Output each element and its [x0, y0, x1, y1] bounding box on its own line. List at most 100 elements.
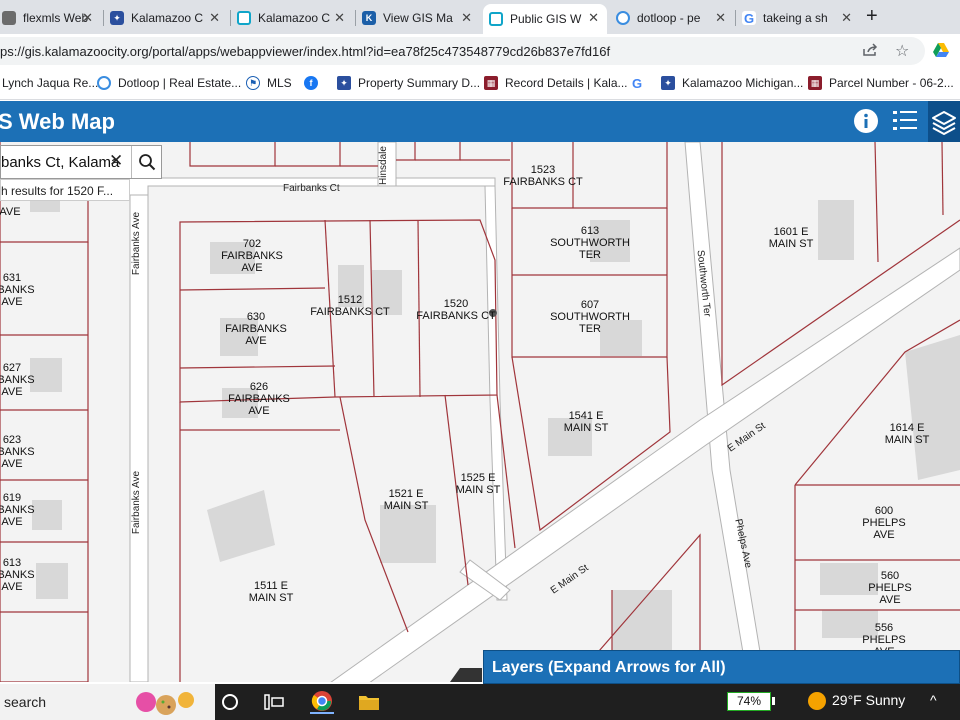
close-icon[interactable]: ✕ [334, 10, 345, 26]
share-icon[interactable] [862, 43, 878, 60]
parcel-label-1601[interactable]: 1601 E MAIN ST [769, 226, 814, 250]
parcel-label-619[interactable]: 619 RBANKS AVE [0, 492, 35, 528]
bookmark-parcel-number[interactable]: ▦ Parcel Number - 06-2... [808, 76, 954, 90]
street-label-fairbanks-ct: Fairbanks Ct [283, 183, 340, 194]
search-input[interactable]: banks Ct, Kalama [1, 154, 119, 171]
parcel-label-partial-ave[interactable]: AVE [0, 206, 21, 218]
parcel-label-613-southworth[interactable]: 613 SOUTHWORTH TER [550, 225, 630, 261]
street-label-fairbanks-ave-north: Fairbanks Ave [131, 211, 143, 276]
browser-tab-strip: flexmls Web ✕ ✦ Kalamazoo C ✕ Kalamazoo … [0, 0, 960, 34]
clear-search-icon[interactable]: ✕ [109, 151, 123, 171]
search-suggestion[interactable]: h results for 1520 F... [0, 179, 130, 201]
close-icon[interactable]: ✕ [841, 10, 852, 26]
map-canvas[interactable] [0, 142, 960, 682]
weather-widget[interactable]: 29°F Sunny [808, 692, 905, 711]
parcel-label-1521[interactable]: 1521 E MAIN ST [384, 488, 429, 512]
street-label-fairbanks-ave-south: Fairbanks Ave [131, 470, 143, 535]
battery-indicator[interactable]: 74% [727, 692, 771, 711]
bookmark-facebook[interactable]: f [304, 76, 325, 90]
tab-google-search[interactable]: G takeing a sh ✕ [736, 4, 860, 32]
google-drive-icon[interactable] [933, 43, 949, 60]
task-view-icon[interactable] [262, 690, 286, 714]
tab-flexmls[interactable]: flexmls Web ✕ [0, 4, 101, 32]
info-icon [854, 109, 878, 133]
bookmark-record-details[interactable]: ▦ Record Details | Kala... [484, 76, 628, 90]
parcel-label-1614[interactable]: 1614 E MAIN ST [885, 422, 930, 446]
new-tab-button[interactable]: + [866, 5, 878, 28]
record-details-icon: ▦ [808, 76, 822, 90]
close-icon[interactable]: ✕ [588, 10, 599, 26]
bookmark-star-icon[interactable]: ☆ [895, 41, 909, 61]
kalamazoo-logo-icon: ✦ [661, 76, 675, 90]
parcel-label-627[interactable]: 627 RBANKS AVE [0, 362, 35, 398]
parcel-label-560[interactable]: 560 PHELPS AVE [868, 570, 911, 606]
parcel-label-1511[interactable]: 1511 E MAIN ST [249, 580, 294, 604]
layers-panel-title: Layers (Expand Arrows for All) [492, 659, 726, 676]
facebook-icon: f [304, 76, 318, 90]
kalamazoo-logo-icon: ✦ [110, 11, 124, 25]
street-label-hinsdale: Hinsdale [377, 146, 389, 185]
tab-kalamazoo-2[interactable]: Kalamazoo C ✕ [231, 4, 353, 32]
search-icon [139, 154, 156, 171]
url-text: ps://gis.kalamazoocity.org/portal/apps/w… [0, 44, 611, 59]
parcel-label-1512[interactable]: 1512 FAIRBANKS CT [310, 294, 389, 318]
gis-portal-icon [489, 12, 503, 26]
map-view[interactable]: 1523 FAIRBANKS CT 702 FAIRBANKS AVE 613 … [0, 142, 960, 682]
bookmark-lynch-jaqua[interactable]: Lynch Jaqua Re... [2, 76, 98, 90]
search-button[interactable] [131, 146, 162, 178]
bookmark-google[interactable]: G [630, 75, 651, 91]
bookmark-mls[interactable]: ⚑ MLS [246, 76, 292, 90]
tab-public-gis[interactable]: Public GIS W ✕ [483, 4, 607, 34]
parcel-label-626[interactable]: 626 FAIRBANKS AVE [228, 381, 290, 417]
parcel-label-1520[interactable]: 1520 FAIRBANKS CT [416, 298, 495, 322]
chrome-taskbar-icon[interactable] [310, 690, 334, 714]
sun-icon [808, 692, 826, 711]
mls-icon: ⚑ [246, 76, 260, 90]
kalamazoo-logo-icon: ✦ [337, 76, 351, 90]
task-view-circle-icon[interactable] [218, 690, 242, 714]
google-icon: G [742, 10, 756, 26]
info-button[interactable] [851, 106, 881, 136]
close-icon[interactable]: ✕ [82, 10, 93, 26]
legend-button[interactable] [890, 106, 920, 136]
layer-list-button[interactable] [928, 101, 960, 142]
search-widget: banks Ct, Kalama ✕ [0, 145, 162, 179]
tab-view-gis[interactable]: K View GIS Ma ✕ [356, 4, 480, 32]
tab-dotloop[interactable]: dotloop - pe ✕ [610, 4, 734, 32]
app-title: S Web Map [0, 109, 115, 134]
bookmark-dotloop[interactable]: Dotloop | Real Estate... [97, 76, 241, 90]
parcel-label-607[interactable]: 607 SOUTHWORTH TER [550, 299, 630, 335]
map-k-icon: K [362, 11, 376, 25]
layers-icon [932, 110, 956, 135]
layers-panel-header[interactable]: Layers (Expand Arrows for All) [483, 650, 960, 684]
parcel-label-613-fairbanks[interactable]: 613 RBANKS AVE [0, 557, 35, 593]
address-bar-row: ps://gis.kalamazoocity.org/portal/apps/w… [0, 34, 960, 68]
close-icon[interactable]: ✕ [209, 10, 220, 26]
tab-kalamazoo-1[interactable]: ✦ Kalamazoo C ✕ [104, 4, 228, 32]
battery-terminal [772, 697, 775, 705]
show-hidden-icons-button[interactable]: ^ [930, 692, 937, 708]
parcel-label-1523[interactable]: 1523 FAIRBANKS CT [503, 164, 582, 188]
dotloop-icon [97, 76, 111, 90]
url-field[interactable]: ps://gis.kalamazoocity.org/portal/apps/w… [0, 37, 925, 65]
dotloop-icon [616, 11, 630, 25]
parcel-label-600[interactable]: 600 PHELPS AVE [862, 505, 905, 541]
parcel-label-1525[interactable]: 1525 E MAIN ST [456, 472, 501, 496]
parcel-label-1541[interactable]: 1541 E MAIN ST [564, 410, 609, 434]
close-icon[interactable]: ✕ [461, 10, 472, 26]
taskbar-search-box[interactable]: search [0, 684, 215, 720]
screen: flexmls Web ✕ ✦ Kalamazoo C ✕ Kalamazoo … [0, 0, 960, 720]
parcel-label-631[interactable]: 631 RBANKS AVE [0, 272, 35, 308]
app-header: S Web Map [0, 101, 960, 142]
bookmarks-bar: Lynch Jaqua Re... Dotloop | Real Estate.… [0, 68, 960, 100]
windows-taskbar: search 74% 29°F Sunny ^ [0, 684, 960, 720]
file-explorer-icon[interactable] [357, 690, 381, 714]
bookmark-kalamazoo-michigan[interactable]: ✦ Kalamazoo Michigan... [661, 76, 803, 90]
parcel-label-623[interactable]: 623 RBANKS AVE [0, 434, 35, 470]
bookmark-property-summary[interactable]: ✦ Property Summary D... [337, 76, 480, 90]
google-icon: G [630, 75, 644, 91]
close-icon[interactable]: ✕ [715, 10, 726, 26]
parcel-label-702[interactable]: 702 FAIRBANKS AVE [221, 238, 283, 274]
parcel-label-630[interactable]: 630 FAIRBANKS AVE [225, 311, 287, 347]
record-details-icon: ▦ [484, 76, 498, 90]
